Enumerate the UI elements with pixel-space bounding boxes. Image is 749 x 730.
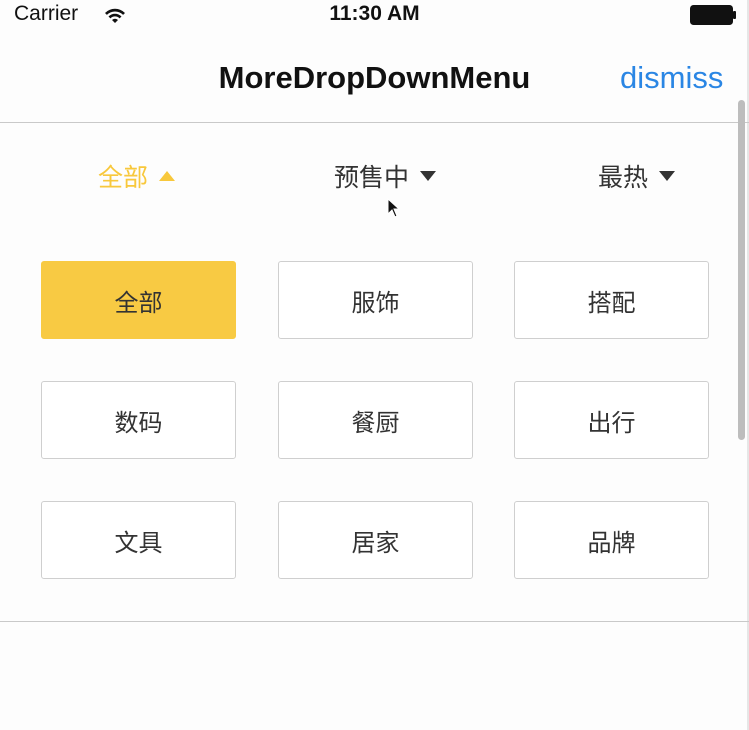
category-button-all[interactable]: 全部 [41,261,236,339]
category-button-kitchen[interactable]: 餐厨 [278,381,473,459]
status-time: 11:30 AM [329,2,420,25]
category-label: 搭配 [587,288,636,317]
category-label: 文具 [114,528,163,557]
scrollbar[interactable] [738,100,745,440]
filter-tab-label: 全部 [98,163,149,192]
navigation-bar: MoreDropDownMenu dismiss [0,32,749,123]
category-label: 数码 [114,408,163,437]
dismiss-button[interactable]: dismiss [620,60,723,96]
triangle-down-icon [420,171,437,181]
category-label: 品牌 [587,528,636,557]
category-label: 全部 [114,288,163,317]
category-button-apparel[interactable]: 服饰 [278,261,473,339]
triangle-up-icon [159,171,176,181]
category-label: 餐厨 [351,408,400,437]
category-button-stationery[interactable]: 文具 [41,501,236,579]
filter-tab-all[interactable]: 全部 [98,159,176,193]
category-button-travel[interactable]: 出行 [514,381,709,459]
triangle-down-icon [659,171,676,181]
category-button-digital[interactable]: 数码 [41,381,236,459]
filter-tab-label: 最热 [598,163,649,192]
status-bar: Carrier 11:30 AM [0,0,749,32]
filter-tab-hottest[interactable]: 最热 [598,159,676,193]
category-label: 服饰 [351,288,400,317]
category-label: 出行 [587,408,636,437]
category-button-matching[interactable]: 搭配 [514,261,709,339]
dropdown-bottom-divider [0,621,749,622]
filter-tab-label: 预售中 [334,163,410,192]
filter-bar: 全部 预售中 最热 [0,123,749,223]
battery-icon [690,5,736,25]
category-button-home[interactable]: 居家 [278,501,473,579]
category-button-brand[interactable]: 品牌 [514,501,709,579]
mouse-cursor-icon [387,198,401,218]
category-label: 居家 [351,528,400,557]
filter-tab-presale[interactable]: 预售中 [334,159,437,193]
